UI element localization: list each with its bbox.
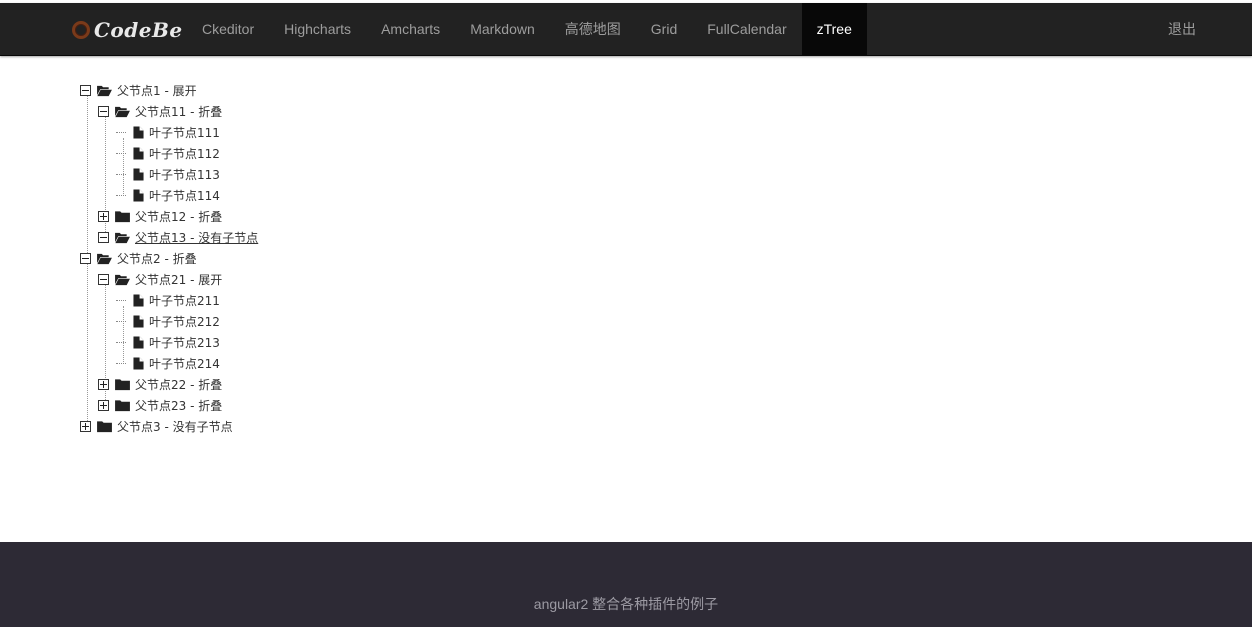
nav-amap[interactable]: 高德地图 — [550, 3, 636, 55]
file-icon — [133, 147, 144, 160]
tree-node-label[interactable]: 父节点1 - 展开 — [117, 82, 197, 99]
tree-node: 父节点1 - 展开 父节点11 - 折叠 叶子节点111 叶子节点112 叶子节… — [80, 80, 258, 248]
expand-toggle[interactable] — [80, 421, 91, 432]
tree-node: 父节点2 - 折叠 父节点21 - 展开 叶子节点211 叶子节点212 叶子节… — [80, 248, 258, 416]
file-icon — [133, 357, 144, 370]
expand-toggle[interactable] — [98, 211, 109, 222]
tree-leaf-label[interactable]: 叶子节点113 — [149, 166, 220, 183]
tree-connector — [116, 358, 128, 369]
folder-icon — [115, 378, 130, 391]
tree-node: 父节点22 - 折叠 — [98, 374, 258, 395]
tree-connector — [116, 316, 128, 327]
tree-node: 父节点11 - 折叠 叶子节点111 叶子节点112 叶子节点113 叶子节点1… — [98, 101, 258, 206]
ztree: 父节点1 - 展开 父节点11 - 折叠 叶子节点111 叶子节点112 叶子节… — [80, 80, 258, 437]
tree-leaf: 叶子节点212 — [116, 311, 258, 332]
tree-leaf: 叶子节点213 — [116, 332, 258, 353]
brand-logo[interactable]: CodeBe — [72, 16, 183, 44]
file-icon — [133, 336, 144, 349]
tree-leaf-label[interactable]: 叶子节点214 — [149, 355, 220, 372]
tree-node: 父节点12 - 折叠 — [98, 206, 258, 227]
collapse-toggle[interactable] — [98, 274, 109, 285]
tree-leaf-label[interactable]: 叶子节点213 — [149, 334, 220, 351]
tree-connector — [116, 295, 128, 306]
tree-leaf: 叶子节点111 — [116, 122, 258, 143]
nav-grid[interactable]: Grid — [636, 3, 692, 55]
tree-connector — [116, 169, 128, 180]
tree-node-label[interactable]: 父节点21 - 展开 — [135, 271, 222, 288]
tree-connector — [116, 337, 128, 348]
folder-open-icon — [115, 273, 130, 286]
nav-fullcalendar[interactable]: FullCalendar — [692, 3, 801, 55]
collapse-toggle[interactable] — [80, 253, 91, 264]
tree-leaf: 叶子节点112 — [116, 143, 258, 164]
tree-connector — [116, 190, 128, 201]
tree-leaf: 叶子节点113 — [116, 164, 258, 185]
collapse-toggle[interactable] — [80, 85, 91, 96]
folder-open-icon — [97, 84, 112, 97]
tree-leaf-label[interactable]: 叶子节点114 — [149, 187, 220, 204]
tree-leaf: 叶子节点214 — [116, 353, 258, 374]
nav-markdown[interactable]: Markdown — [455, 3, 550, 55]
footer-text: angular2 整合各种插件的例子 — [533, 596, 719, 612]
file-icon — [133, 126, 144, 139]
tree-node-label[interactable]: 父节点11 - 折叠 — [135, 103, 222, 120]
collapse-toggle[interactable] — [98, 232, 109, 243]
nav-ckeditor[interactable]: Ckeditor — [187, 3, 269, 55]
expand-toggle[interactable] — [98, 400, 109, 411]
tree-leaf-label[interactable]: 叶子节点112 — [149, 145, 220, 162]
tree-node-label[interactable]: 父节点2 - 折叠 — [117, 250, 197, 267]
tree-node: 父节点21 - 展开 叶子节点211 叶子节点212 叶子节点213 叶子节点2… — [98, 269, 258, 374]
tree-connector — [116, 127, 128, 138]
folder-open-icon — [115, 105, 130, 118]
tree-node-label[interactable]: 父节点3 - 没有子节点 — [117, 418, 233, 435]
nav-amcharts[interactable]: Amcharts — [366, 3, 455, 55]
tree-node: 父节点23 - 折叠 — [98, 395, 258, 416]
tree-node-label[interactable]: 父节点22 - 折叠 — [135, 376, 222, 393]
main-nav: Ckeditor Highcharts Amcharts Markdown 高德… — [187, 3, 867, 55]
tree-leaf-label[interactable]: 叶子节点111 — [149, 124, 220, 141]
tree-node-label[interactable]: 父节点12 - 折叠 — [135, 208, 222, 225]
tree-node-label[interactable]: 父节点23 - 折叠 — [135, 397, 222, 414]
tree-leaf: 叶子节点211 — [116, 290, 258, 311]
tree-leaf: 叶子节点114 — [116, 185, 258, 206]
folder-open-icon — [115, 231, 130, 244]
file-icon — [133, 315, 144, 328]
folder-open-icon — [97, 252, 112, 265]
folder-icon — [115, 399, 130, 412]
folder-icon — [115, 210, 130, 223]
brand-name: CodeBe — [94, 18, 183, 42]
folder-icon — [97, 420, 112, 433]
expand-toggle[interactable] — [98, 379, 109, 390]
tree-node: 父节点3 - 没有子节点 — [80, 416, 258, 437]
logout-link[interactable]: 退出 — [1168, 3, 1196, 55]
tree-connector — [116, 148, 128, 159]
tree-node: 父节点13 - 没有子节点 — [98, 227, 258, 248]
nav-highcharts[interactable]: Highcharts — [269, 3, 366, 55]
navbar: CodeBe Ckeditor Highcharts Amcharts Mark… — [0, 3, 1252, 56]
logo-ring-icon — [72, 21, 90, 39]
tree-leaf-label[interactable]: 叶子节点212 — [149, 313, 220, 330]
nav-ztree[interactable]: zTree — [801, 3, 867, 55]
file-icon — [133, 189, 144, 202]
collapse-toggle[interactable] — [98, 106, 109, 117]
file-icon — [133, 294, 144, 307]
tree-leaf-label[interactable]: 叶子节点211 — [149, 292, 220, 309]
footer: angular2 整合各种插件的例子 — [0, 542, 1252, 627]
file-icon — [133, 168, 144, 181]
tree-node-label[interactable]: 父节点13 - 没有子节点 — [135, 229, 258, 246]
